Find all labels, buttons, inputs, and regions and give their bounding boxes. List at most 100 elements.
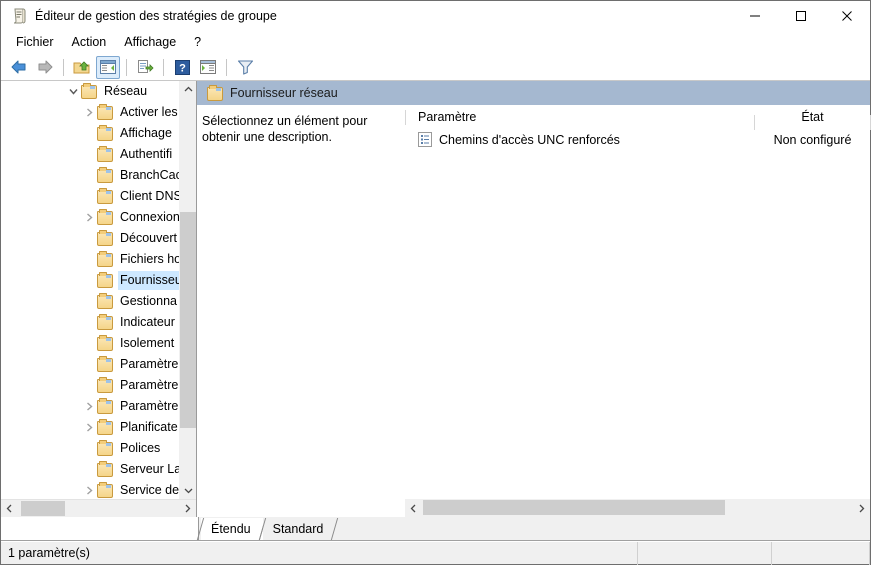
scroll-right-icon[interactable] xyxy=(853,500,870,517)
tree-items-container: Réseau Activer les Affichage Authentifi … xyxy=(1,81,196,499)
tree-item-indicateur[interactable]: Indicateur xyxy=(1,312,196,333)
tree-item-label: Paramètre xyxy=(120,357,179,371)
menu-bar: Fichier Action Affichage ? xyxy=(1,30,870,54)
status-bar: 1 paramètre(s) xyxy=(1,541,870,565)
forward-arrow-icon[interactable] xyxy=(33,56,57,79)
column-header-etat-label: État xyxy=(801,110,824,124)
folder-icon xyxy=(97,271,113,289)
description-pane: Sélectionnez un élément pour obtenir une… xyxy=(197,105,405,517)
tree-horizontal-scrollbar[interactable] xyxy=(1,499,196,517)
toolbar-separator xyxy=(63,58,64,76)
toolbar-separator-2 xyxy=(126,58,127,76)
up-folder-icon[interactable] xyxy=(70,56,94,79)
chevron-right-icon[interactable] xyxy=(81,480,97,499)
tree-item-isolement[interactable]: Isolement xyxy=(1,333,196,354)
tree-item-fournisseur-reseau[interactable]: Fournisseu xyxy=(1,270,196,291)
folder-icon xyxy=(97,439,113,457)
policy-setting-icon xyxy=(418,132,432,147)
tree-item-label: Gestionna xyxy=(120,294,177,308)
toolbar-separator-4 xyxy=(226,58,227,76)
tree-item-parametres-1[interactable]: Paramètre xyxy=(1,354,196,375)
tree-item-parametres-2[interactable]: Paramètre xyxy=(1,375,196,396)
chevron-right-icon[interactable] xyxy=(81,102,97,123)
show-hide-tree-icon[interactable] xyxy=(96,55,120,79)
no-chevron xyxy=(81,291,97,312)
no-chevron xyxy=(81,186,97,207)
export-list-icon[interactable] xyxy=(133,56,157,79)
gpo-editor-window: Éditeur de gestion des stratégies de gro… xyxy=(0,0,871,565)
title-bar: Éditeur de gestion des stratégies de gro… xyxy=(1,1,870,30)
tree-item-activer-les[interactable]: Activer les xyxy=(1,102,196,123)
tree-scroll-thumb[interactable] xyxy=(180,212,196,428)
menu-affichage[interactable]: Affichage xyxy=(115,32,185,52)
folder-icon xyxy=(97,397,113,415)
back-arrow-icon[interactable] xyxy=(7,56,31,79)
results-horizontal-scrollbar[interactable] xyxy=(405,499,870,517)
tree-item-label: Paramètre xyxy=(120,378,179,392)
folder-icon xyxy=(97,334,113,352)
window-title: Éditeur de gestion des stratégies de gro… xyxy=(35,8,277,23)
no-chevron xyxy=(81,375,97,396)
scroll-left-icon[interactable] xyxy=(1,500,18,517)
filter-icon[interactable] xyxy=(233,56,257,79)
folder-icon xyxy=(97,418,113,436)
table-row[interactable]: Chemins d'accès UNC renforcés Non config… xyxy=(405,129,870,150)
column-divider-mid[interactable] xyxy=(754,115,755,130)
chevron-right-icon[interactable] xyxy=(81,207,97,228)
tree-scroll-region[interactable]: Réseau Activer les Affichage Authentifi … xyxy=(1,81,196,499)
column-header-etat[interactable]: État xyxy=(754,110,871,130)
chevron-right-icon[interactable] xyxy=(81,396,97,417)
tree-item-service-de-1[interactable]: Service de xyxy=(1,480,196,499)
settings-list-pane: Paramètre État Chemins d'accès UNC renfo… xyxy=(405,105,871,517)
tree-item-serveur-lanman[interactable]: Serveur La xyxy=(1,459,196,480)
tree-item-gestionnaire[interactable]: Gestionna xyxy=(1,291,196,312)
column-header-parametre[interactable]: Paramètre xyxy=(405,110,755,124)
help-icon[interactable]: ? xyxy=(170,56,194,79)
tree-item-label: Planificate xyxy=(120,420,178,434)
tree-item-label: Fournisseu xyxy=(118,271,184,290)
menu-fichier[interactable]: Fichier xyxy=(7,32,63,52)
tree-hscroll-thumb[interactable] xyxy=(21,501,65,516)
tree-item-label: BranchCac xyxy=(120,168,182,182)
show-action-pane-icon[interactable] xyxy=(196,56,220,79)
tree-item-planificateur[interactable]: Planificate xyxy=(1,417,196,438)
chevron-right-icon[interactable] xyxy=(81,417,97,438)
results-pane-title: Fournisseur réseau xyxy=(230,86,338,100)
status-text: 1 paramètre(s) xyxy=(1,541,638,565)
results-pane-body: Sélectionnez un élément pour obtenir une… xyxy=(197,105,871,517)
column-divider-left[interactable] xyxy=(405,110,406,125)
minimize-button[interactable] xyxy=(732,1,778,30)
maximize-button[interactable] xyxy=(778,1,824,30)
chevron-down-icon[interactable] xyxy=(65,81,81,102)
tab-standard[interactable]: Standard xyxy=(262,518,336,540)
no-chevron xyxy=(81,333,97,354)
tree-item-label: Indicateur xyxy=(120,315,175,329)
tree-item-parametres-3[interactable]: Paramètre xyxy=(1,396,196,417)
tree-item-connexions[interactable]: Connexion xyxy=(1,207,196,228)
tree-item-polices[interactable]: Polices xyxy=(1,438,196,459)
menu-help[interactable]: ? xyxy=(185,32,210,52)
settings-rows: Chemins d'accès UNC renforcés Non config… xyxy=(405,129,870,499)
tree-item-client-dns[interactable]: Client DNS xyxy=(1,186,196,207)
scroll-up-icon[interactable] xyxy=(180,81,196,98)
list-column-headers: Paramètre État xyxy=(405,105,871,130)
setting-state: Non configuré xyxy=(773,132,852,147)
no-chevron xyxy=(81,312,97,333)
tree-item-label: Client DNS xyxy=(120,189,182,203)
close-button[interactable] xyxy=(824,1,870,30)
tree-item-decouverte[interactable]: Découvert xyxy=(1,228,196,249)
scroll-left-icon[interactable] xyxy=(405,500,422,517)
tree-root-reseau[interactable]: Réseau xyxy=(1,81,196,102)
scroll-down-icon[interactable] xyxy=(180,482,196,499)
tree-item-fichiers-hors-connexion[interactable]: Fichiers ho xyxy=(1,249,196,270)
folder-icon xyxy=(97,355,113,373)
tree-item-branchcache[interactable]: BranchCac xyxy=(1,165,196,186)
scroll-right-icon[interactable] xyxy=(179,500,196,517)
tab-etendu[interactable]: Étendu xyxy=(201,518,263,540)
tree-item-authentification[interactable]: Authentifi xyxy=(1,144,196,165)
results-hscroll-thumb[interactable] xyxy=(423,500,725,515)
menu-action[interactable]: Action xyxy=(63,32,116,52)
main-body: Réseau Activer les Affichage Authentifi … xyxy=(1,81,871,517)
tree-item-affichage[interactable]: Affichage xyxy=(1,123,196,144)
tree-vertical-scrollbar[interactable] xyxy=(179,81,196,499)
